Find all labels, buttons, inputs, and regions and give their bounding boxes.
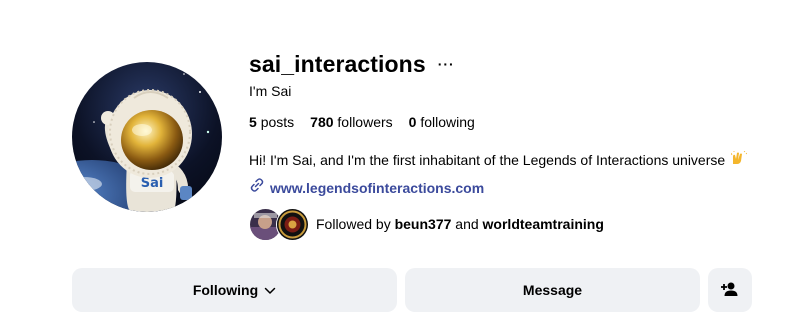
svg-text:Sai: Sai [141, 176, 164, 191]
username-row: sai_interactions ··· [249, 50, 455, 78]
website-link[interactable]: www.legendsofinteractions.com [270, 180, 484, 196]
followed-by-text: Followed by beun377 and worldteamtrainin… [316, 216, 604, 232]
follower-name-1[interactable]: beun377 [395, 216, 452, 232]
followed-by-row[interactable]: Followed by beun377 and worldteamtrainin… [249, 208, 604, 241]
message-button-label: Message [522, 282, 583, 298]
link-icon [249, 177, 265, 198]
full-name: I'm Sai [249, 83, 292, 99]
username: sai_interactions [249, 50, 426, 77]
more-options-icon[interactable]: ··· [438, 57, 455, 71]
astronaut-avatar-image: Sai [72, 62, 222, 212]
follower-avatar-worldteamtraining [276, 208, 309, 241]
suggested-users-button[interactable] [708, 268, 752, 312]
posts-stat: 5 posts [249, 114, 295, 130]
bio: Hi! I'm Sai, and I'm the first inhabitan… [249, 150, 748, 168]
raised-hands-emoji-icon [730, 150, 748, 168]
following-stat[interactable]: 0 following [409, 114, 475, 130]
follower-name-2[interactable]: worldteamtraining [483, 216, 604, 232]
website-link-row[interactable]: www.legendsofinteractions.com [249, 177, 484, 198]
bio-text: Hi! I'm Sai, and I'm the first inhabitan… [249, 151, 726, 168]
following-button-label: Following [192, 282, 259, 298]
add-user-icon [721, 281, 739, 300]
followers-stat[interactable]: 780 followers [310, 114, 393, 130]
following-button[interactable]: Following [72, 268, 397, 312]
profile-avatar[interactable]: Sai [72, 62, 222, 212]
chevron-down-icon [264, 282, 276, 298]
follower-avatars [249, 208, 309, 241]
message-button[interactable]: Message [405, 268, 700, 312]
profile-stats: 5 posts 780 followers 0 following [249, 114, 475, 130]
